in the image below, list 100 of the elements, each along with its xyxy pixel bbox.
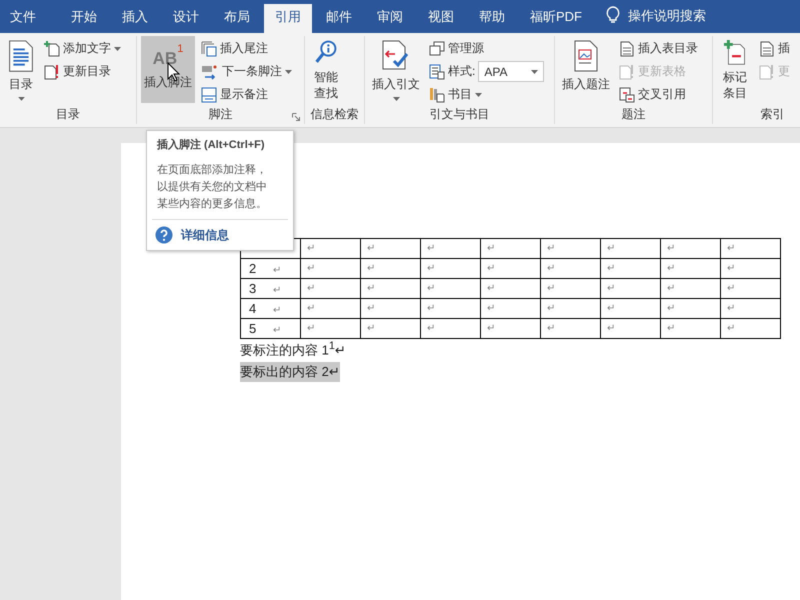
page-alert-icon xyxy=(759,64,775,80)
table-cell: ↵ xyxy=(420,258,480,278)
table-cell: ↵ xyxy=(720,298,780,318)
ribbon-tab[interactable]: 开始 xyxy=(60,4,108,33)
tell-me-field[interactable]: 操作说明搜索 xyxy=(628,7,706,33)
table-cell: ↵ xyxy=(720,278,780,298)
table-cell: ↵ xyxy=(720,238,780,258)
ribbon-button[interactable]: 智能查找 xyxy=(309,36,343,103)
citation-icon[interactable] xyxy=(381,40,411,72)
caption-icon[interactable] xyxy=(573,40,599,72)
caret-icon[interactable] xyxy=(18,97,24,101)
ribbon-button[interactable]: 插 xyxy=(757,38,792,59)
ribbon-button[interactable]: 标记条目 xyxy=(717,36,753,103)
table-cell: ↵ xyxy=(600,318,660,338)
table-cell: ↵ xyxy=(480,298,540,318)
cross-reference-icon[interactable] xyxy=(619,86,635,102)
paragraph: 要标注的内容 1$^{1}$↵ xyxy=(240,339,346,360)
table-cell: ↵ xyxy=(360,278,420,298)
more-info-link[interactable]: 详细信息 xyxy=(181,226,229,244)
paragraph: 要标出的内容 2↵ xyxy=(240,362,340,382)
style-icon[interactable] xyxy=(429,64,445,80)
ribbon-tab[interactable]: 引用 xyxy=(264,4,312,33)
table-cell: ↵ xyxy=(540,298,600,318)
ribbon-button[interactable]: 管理源 xyxy=(427,38,546,59)
next-footnote-icon[interactable] xyxy=(201,64,219,80)
ribbon-button[interactable]: 插入引文 xyxy=(369,36,423,103)
ribbon-tab[interactable]: 福昕PDF xyxy=(519,4,593,33)
caret-icon[interactable] xyxy=(285,70,292,74)
ribbon-button[interactable]: 下一条脚注 xyxy=(199,61,294,82)
ribbon-tab[interactable]: 布局 xyxy=(213,4,261,33)
table-cell: ↵ xyxy=(360,238,420,258)
table-cell: 3 ↵ xyxy=(240,278,300,298)
manage-sources-icon[interactable] xyxy=(429,40,445,56)
endnote-icon[interactable] xyxy=(201,40,217,56)
table-cell: ↵ xyxy=(420,318,480,338)
table-cell: ↵ xyxy=(540,318,600,338)
ribbon-button[interactable]: 插入尾注 xyxy=(199,38,294,59)
ribbon-tab[interactable]: 视图 xyxy=(417,4,465,33)
table-cell: ↵ xyxy=(720,258,780,278)
caret-icon[interactable] xyxy=(392,97,400,101)
table-cell: ↵ xyxy=(480,278,540,298)
style-label: 样式: xyxy=(448,63,476,80)
table-cell: ↵ xyxy=(600,258,660,278)
table-cell: ↵ xyxy=(600,298,660,318)
ribbon-tab[interactable]: 文件 xyxy=(0,4,47,33)
ribbon-button[interactable]: 书目 xyxy=(427,84,546,105)
group-label: 题注 xyxy=(622,106,646,123)
notes-icon[interactable] xyxy=(201,86,217,102)
table-cell: ↵ xyxy=(660,258,720,278)
caret-icon[interactable] xyxy=(114,46,121,50)
page-icon[interactable] xyxy=(759,40,775,56)
document-icon[interactable] xyxy=(7,40,35,72)
group-label: 信息检索 xyxy=(310,106,358,122)
group-label: 目录 xyxy=(56,106,80,122)
table-cell: ↵ xyxy=(720,318,780,338)
table-cell: ↵ xyxy=(660,238,720,258)
table-cell: 2 ↵ xyxy=(240,258,300,278)
ribbon-tab[interactable]: 插入 xyxy=(111,4,159,33)
table-cell: ↵ xyxy=(300,238,360,258)
ribbon-tab[interactable]: 帮助 xyxy=(468,4,516,33)
table-cell: ↵ xyxy=(420,238,480,258)
style-dropdown[interactable]: APA xyxy=(478,61,544,82)
table-cell: ↵ xyxy=(660,298,720,318)
ribbon-tab[interactable]: 审阅 xyxy=(366,4,414,33)
ribbon-button[interactable]: 插入题注 xyxy=(559,36,613,103)
ribbon-button[interactable]: 交叉引用 xyxy=(617,84,700,105)
table-cell: ↵ xyxy=(360,298,420,318)
table-cell: ↵ xyxy=(540,258,600,278)
page-alert-icon[interactable] xyxy=(44,64,60,80)
table-cell: ↵ xyxy=(300,258,360,278)
ribbon-tab[interactable]: 邮件 xyxy=(315,4,363,33)
lightbulb-icon[interactable] xyxy=(606,6,620,24)
ribbon-button[interactable]: 插入表目录 xyxy=(617,38,700,59)
table-cell: ↵ xyxy=(360,318,420,338)
dialog-launcher-icon[interactable] xyxy=(292,113,300,121)
table-cell: ↵ xyxy=(660,278,720,298)
ribbon-button[interactable]: 目录 xyxy=(4,36,38,103)
page-icon[interactable] xyxy=(619,40,635,56)
table-cell: ↵ xyxy=(540,238,600,258)
table-cell: 5 ↵ xyxy=(240,318,300,338)
ribbon-button[interactable]: 添加文字 xyxy=(42,38,123,59)
table-cell: 4 ↵ xyxy=(240,298,300,318)
bibliography-icon[interactable] xyxy=(429,86,445,102)
table-cell: ↵ xyxy=(300,278,360,298)
group-label: 引文与书目 xyxy=(430,106,490,123)
caret-icon[interactable] xyxy=(531,70,538,74)
table-cell: ↵ xyxy=(600,238,660,258)
table-cell: ↵ xyxy=(480,238,540,258)
add-page-icon[interactable] xyxy=(44,40,60,56)
ribbon-button[interactable]: 显示备注 xyxy=(199,84,294,105)
table-cell: ↵ xyxy=(360,258,420,278)
ribbon-button[interactable]: 更新目录 xyxy=(42,61,123,82)
ribbon-tab[interactable]: 设计 xyxy=(162,4,210,33)
help-icon[interactable] xyxy=(155,226,173,244)
caret-icon[interactable] xyxy=(475,92,482,96)
table-cell: ↵ xyxy=(420,298,480,318)
table-cell: ↵ xyxy=(600,278,660,298)
table-cell: ↵ xyxy=(420,278,480,298)
table-cell: ↵ xyxy=(480,258,540,278)
table-cell: ↵ xyxy=(300,318,360,338)
